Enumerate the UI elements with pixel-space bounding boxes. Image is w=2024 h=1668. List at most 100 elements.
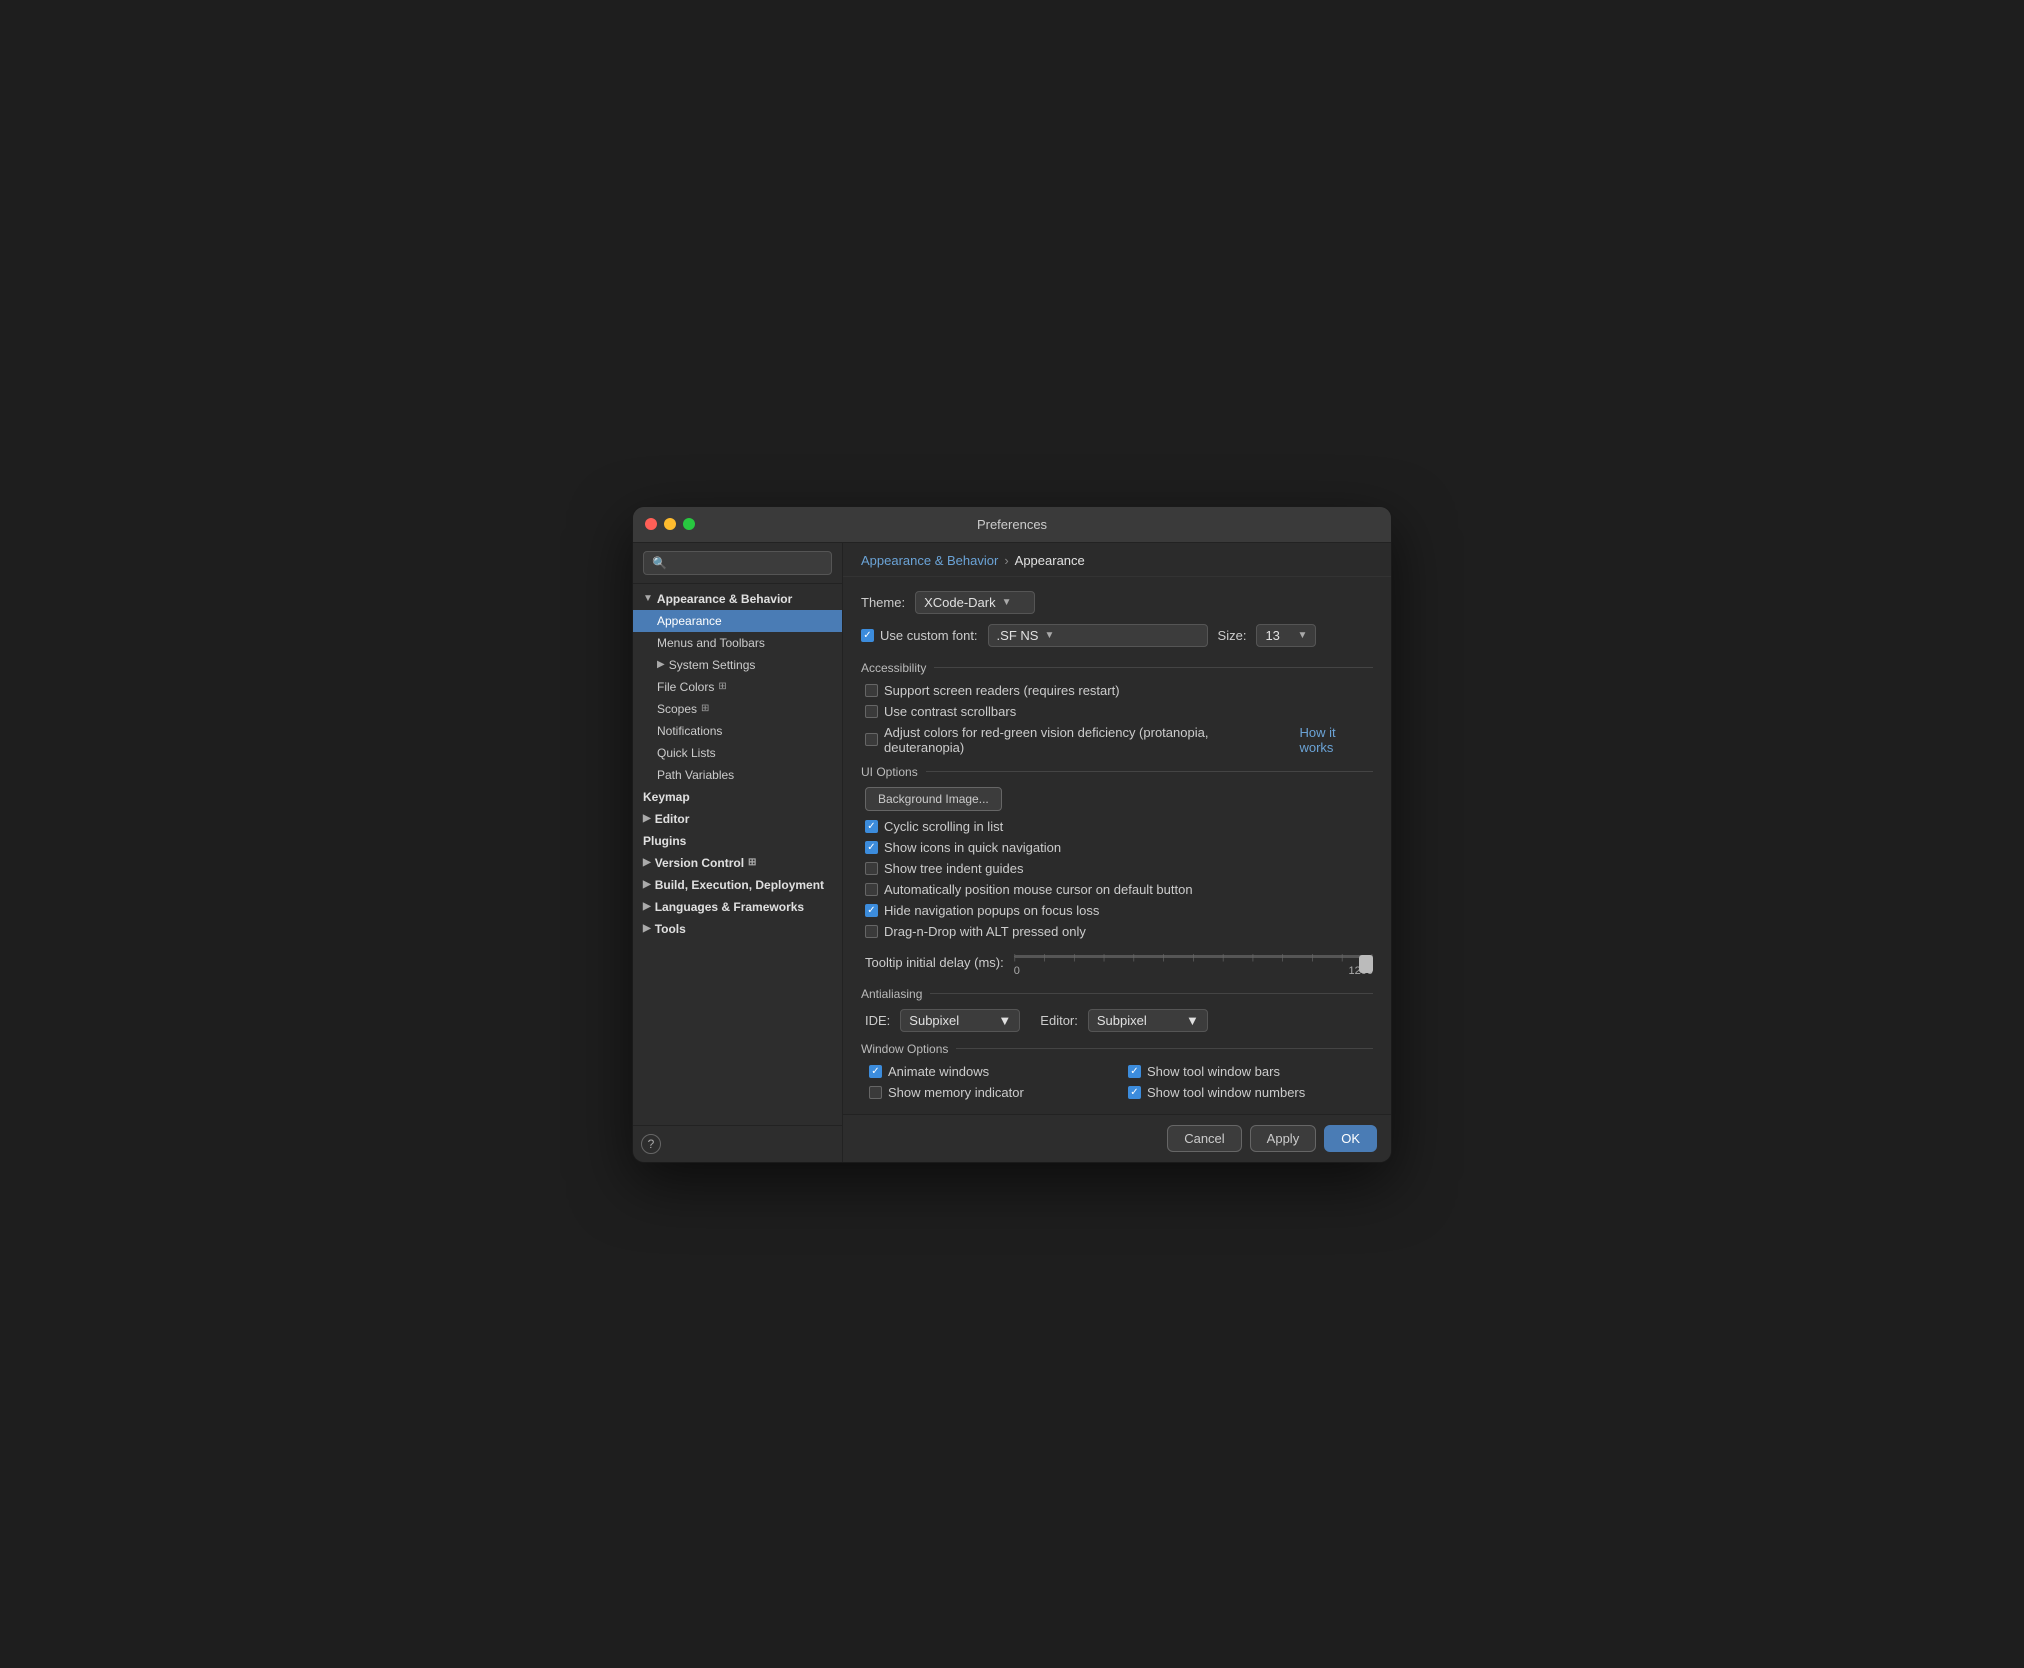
sidebar-item-path-variables[interactable]: Path Variables bbox=[633, 764, 842, 786]
sidebar-item-appearance-behavior[interactable]: ▼ Appearance & Behavior bbox=[633, 588, 842, 610]
ui-options-title: UI Options bbox=[861, 765, 918, 779]
screen-readers-checkbox[interactable]: Support screen readers (requires restart… bbox=[865, 683, 1120, 698]
help-button[interactable]: ? bbox=[641, 1134, 661, 1154]
animate-windows-row: ✓ Animate windows bbox=[865, 1064, 1114, 1079]
editor-select[interactable]: Subpixel ▼ bbox=[1088, 1009, 1208, 1032]
color-deficiency-label: Adjust colors for red-green vision defic… bbox=[884, 725, 1291, 755]
sidebar-label: Path Variables bbox=[657, 768, 734, 782]
slider-row: Tooltip initial delay (ms): | | | | bbox=[861, 949, 1373, 977]
hide-nav-popups-checkbox[interactable]: ✓ Hide navigation popups on focus loss bbox=[865, 903, 1099, 918]
ui-options-section-header: UI Options bbox=[861, 765, 1373, 779]
size-select[interactable]: 13 ▼ bbox=[1256, 624, 1316, 647]
minimize-button[interactable] bbox=[664, 518, 676, 530]
auto-mouse-row: Automatically position mouse cursor on d… bbox=[861, 882, 1373, 897]
hide-nav-popups-row: ✓ Hide navigation popups on focus loss bbox=[861, 903, 1373, 918]
ok-button[interactable]: OK bbox=[1324, 1125, 1377, 1152]
checkbox-icon bbox=[869, 1086, 882, 1099]
sidebar-item-menus-toolbars[interactable]: Menus and Toolbars bbox=[633, 632, 842, 654]
sidebar-item-quick-lists[interactable]: Quick Lists bbox=[633, 742, 842, 764]
slider-labels: 0 1200 bbox=[1014, 965, 1373, 977]
preferences-window: Preferences ▼ Appearance & Behavior Appe… bbox=[632, 506, 1392, 1163]
cyclic-scroll-label: Cyclic scrolling in list bbox=[884, 819, 1003, 834]
sidebar-item-notifications[interactable]: Notifications bbox=[633, 720, 842, 742]
auto-mouse-checkbox[interactable]: Automatically position mouse cursor on d… bbox=[865, 882, 1193, 897]
chevron-down-icon: ▼ bbox=[998, 1013, 1011, 1028]
window-options-section-header: Window Options bbox=[861, 1042, 1373, 1056]
sidebar-item-appearance[interactable]: Appearance bbox=[633, 610, 842, 632]
theme-label: Theme: bbox=[861, 595, 905, 610]
apply-button[interactable]: Apply bbox=[1250, 1125, 1317, 1152]
checkmark-icon: ✓ bbox=[863, 630, 871, 641]
sidebar-item-plugins[interactable]: Plugins bbox=[633, 830, 842, 852]
arrow-icon: ▶ bbox=[643, 901, 651, 912]
color-deficiency-row: Adjust colors for red-green vision defic… bbox=[861, 725, 1373, 755]
sidebar-item-version-control[interactable]: ▶ Version Control ⊞ bbox=[633, 852, 842, 874]
window-options-title: Window Options bbox=[861, 1042, 948, 1056]
main-panel: Appearance & Behavior › Appearance Theme… bbox=[843, 543, 1391, 1162]
slider-thumb[interactable] bbox=[1359, 955, 1373, 973]
custom-font-checkbox[interactable]: ✓ Use custom font: bbox=[861, 628, 978, 643]
arrow-icon: ▶ bbox=[643, 813, 651, 824]
checkbox-icon: ✓ bbox=[865, 820, 878, 833]
bottom-right: Cancel Apply OK bbox=[1167, 1125, 1377, 1152]
slider-track[interactable]: | | | | | | | | | | bbox=[1014, 949, 1373, 965]
antialiasing-row: IDE: Subpixel ▼ Editor: Subpixel ▼ bbox=[861, 1009, 1373, 1032]
antialiasing-title: Antialiasing bbox=[861, 987, 922, 1001]
size-label: Size: bbox=[1218, 628, 1247, 643]
show-tool-bars-checkbox[interactable]: ✓ Show tool window bars bbox=[1128, 1064, 1280, 1079]
show-tool-bars-label: Show tool window bars bbox=[1147, 1064, 1280, 1079]
arrow-icon: ▶ bbox=[643, 923, 651, 934]
background-image-button[interactable]: Background Image... bbox=[865, 787, 1002, 811]
content-area: ▼ Appearance & Behavior Appearance Menus… bbox=[633, 543, 1391, 1162]
close-button[interactable] bbox=[645, 518, 657, 530]
sidebar-label: File Colors bbox=[657, 680, 714, 694]
sidebar-item-languages[interactable]: ▶ Languages & Frameworks bbox=[633, 896, 842, 918]
checkbox-icon: ✓ bbox=[865, 841, 878, 854]
show-memory-checkbox[interactable]: Show memory indicator bbox=[869, 1085, 1024, 1100]
how-it-works-link[interactable]: How it works bbox=[1299, 725, 1373, 755]
sidebar-item-editor[interactable]: ▶ Editor bbox=[633, 808, 842, 830]
show-tool-numbers-row: ✓ Show tool window numbers bbox=[1124, 1085, 1373, 1100]
breadcrumb-parent[interactable]: Appearance & Behavior bbox=[861, 553, 998, 568]
cancel-button[interactable]: Cancel bbox=[1167, 1125, 1241, 1152]
cyclic-scroll-checkbox[interactable]: ✓ Cyclic scrolling in list bbox=[865, 819, 1003, 834]
settings-body: Theme: XCode-Dark ▼ ✓ Use custom font: bbox=[843, 577, 1391, 1114]
sidebar-label: Tools bbox=[655, 922, 686, 936]
search-container bbox=[633, 543, 842, 584]
editor-label: Editor: bbox=[1040, 1013, 1078, 1028]
show-memory-label: Show memory indicator bbox=[888, 1085, 1024, 1100]
color-deficiency-checkbox[interactable]: Adjust colors for red-green vision defic… bbox=[865, 725, 1291, 755]
checkbox-icon bbox=[865, 684, 878, 697]
maximize-button[interactable] bbox=[683, 518, 695, 530]
search-input[interactable] bbox=[643, 551, 832, 575]
ide-value: Subpixel bbox=[909, 1013, 959, 1028]
theme-select[interactable]: XCode-Dark ▼ bbox=[915, 591, 1035, 614]
slider-background: | | | | | | | | | | bbox=[1014, 955, 1373, 958]
tree-indent-checkbox[interactable]: Show tree indent guides bbox=[865, 861, 1023, 876]
checkbox-icon: ✓ bbox=[1128, 1065, 1141, 1078]
section-divider bbox=[934, 667, 1373, 668]
contrast-scrollbars-label: Use contrast scrollbars bbox=[884, 704, 1016, 719]
sidebar-items: ▼ Appearance & Behavior Appearance Menus… bbox=[633, 584, 842, 1125]
copy-icon: ⊞ bbox=[718, 681, 726, 692]
icons-quick-nav-checkbox[interactable]: ✓ Show icons in quick navigation bbox=[865, 840, 1061, 855]
editor-value: Subpixel bbox=[1097, 1013, 1147, 1028]
theme-value: XCode-Dark bbox=[924, 595, 996, 610]
sidebar-item-build[interactable]: ▶ Build, Execution, Deployment bbox=[633, 874, 842, 896]
ide-select[interactable]: Subpixel ▼ bbox=[900, 1009, 1020, 1032]
animate-windows-checkbox[interactable]: ✓ Animate windows bbox=[869, 1064, 989, 1079]
font-select[interactable]: .SF NS ▼ bbox=[988, 624, 1208, 647]
drag-drop-checkbox[interactable]: Drag-n-Drop with ALT pressed only bbox=[865, 924, 1086, 939]
show-tool-numbers-checkbox[interactable]: ✓ Show tool window numbers bbox=[1128, 1085, 1305, 1100]
sidebar-item-tools[interactable]: ▶ Tools bbox=[633, 918, 842, 940]
accessibility-title: Accessibility bbox=[861, 661, 926, 675]
chevron-down-icon: ▼ bbox=[1186, 1013, 1199, 1028]
chevron-down-icon: ▼ bbox=[1044, 630, 1054, 641]
accessibility-section-header: Accessibility bbox=[861, 661, 1373, 675]
contrast-scrollbars-checkbox[interactable]: Use contrast scrollbars bbox=[865, 704, 1016, 719]
sidebar-item-file-colors[interactable]: File Colors ⊞ bbox=[633, 676, 842, 698]
sidebar-item-scopes[interactable]: Scopes ⊞ bbox=[633, 698, 842, 720]
auto-mouse-label: Automatically position mouse cursor on d… bbox=[884, 882, 1193, 897]
sidebar-item-keymap[interactable]: Keymap bbox=[633, 786, 842, 808]
sidebar-item-system-settings[interactable]: ▶ System Settings bbox=[633, 654, 842, 676]
